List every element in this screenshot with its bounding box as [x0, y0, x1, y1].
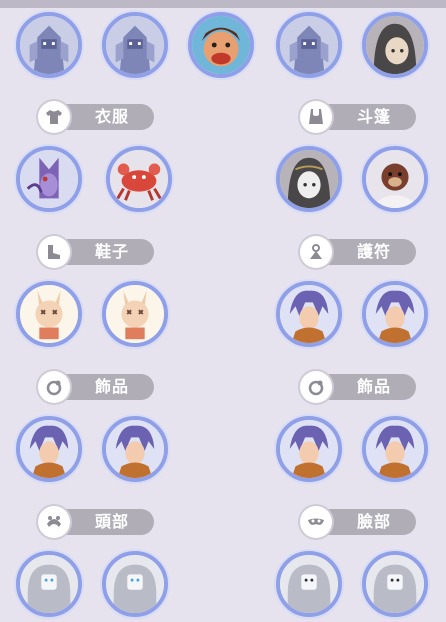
avatar-bearded-warrior[interactable] — [188, 12, 254, 78]
shirt-icon — [38, 101, 70, 133]
section-label-face: 臉部 — [300, 506, 416, 538]
avatar-purple-hair-character[interactable] — [102, 416, 168, 482]
avatar-stone-golem[interactable] — [16, 12, 82, 78]
ring-icon — [300, 371, 332, 403]
avatar-purple-hair-character[interactable] — [276, 416, 342, 482]
section-label-accessory-left: 飾品 — [38, 371, 154, 403]
avatar-red-crab[interactable] — [106, 146, 172, 212]
section-label-amulet: 護符 — [300, 236, 416, 268]
avatar-robot-helmet[interactable] — [362, 551, 428, 617]
avatar-voodoo-doll[interactable] — [16, 281, 82, 347]
section-label-text: 臉部 — [356, 512, 391, 531]
section-label-text: 頭部 — [94, 512, 129, 531]
avatar-stone-golem[interactable] — [276, 12, 342, 78]
cloak-icon — [300, 101, 332, 133]
avatar-voodoo-doll[interactable] — [102, 281, 168, 347]
section-label-cloak: 斗篷 — [300, 101, 416, 133]
section-label-text: 飾品 — [356, 377, 391, 396]
avatar-robot-helmet[interactable] — [102, 551, 168, 617]
section-label-head: 頭部 — [38, 506, 154, 538]
section-label-clothes: 衣服 — [38, 101, 154, 133]
headband-icon — [38, 506, 70, 538]
ring-icon — [38, 371, 70, 403]
shoe-icon — [38, 236, 70, 268]
section-label-text: 鞋子 — [94, 242, 129, 261]
avatar-purple-hair-character[interactable] — [276, 281, 342, 347]
avatar-purple-dragon[interactable] — [16, 146, 82, 212]
section-label-text: 飾品 — [94, 377, 129, 396]
avatar-robot-helmet[interactable] — [276, 551, 342, 617]
amulet-icon — [300, 236, 332, 268]
avatar-purple-hair-character[interactable] — [362, 416, 428, 482]
section-label-shoes: 鞋子 — [38, 236, 154, 268]
avatar-robot-helmet[interactable] — [16, 551, 82, 617]
section-label-text: 護符 — [356, 242, 391, 261]
top-scroll-edge — [0, 0, 446, 8]
section-label-text: 衣服 — [94, 107, 129, 126]
section-label-accessory-right: 飾品 — [300, 371, 416, 403]
avatar-purple-hair-character[interactable] — [362, 281, 428, 347]
avatar-stone-golem[interactable] — [102, 12, 168, 78]
mask-icon — [300, 506, 332, 538]
avatar-purple-hair-character[interactable] — [16, 416, 82, 482]
avatar-hooded-figure[interactable] — [276, 146, 342, 212]
avatar-brown-bear-cloak[interactable] — [362, 146, 428, 212]
section-label-text: 斗篷 — [356, 107, 391, 126]
avatar-hooded-figure[interactable] — [362, 12, 428, 78]
